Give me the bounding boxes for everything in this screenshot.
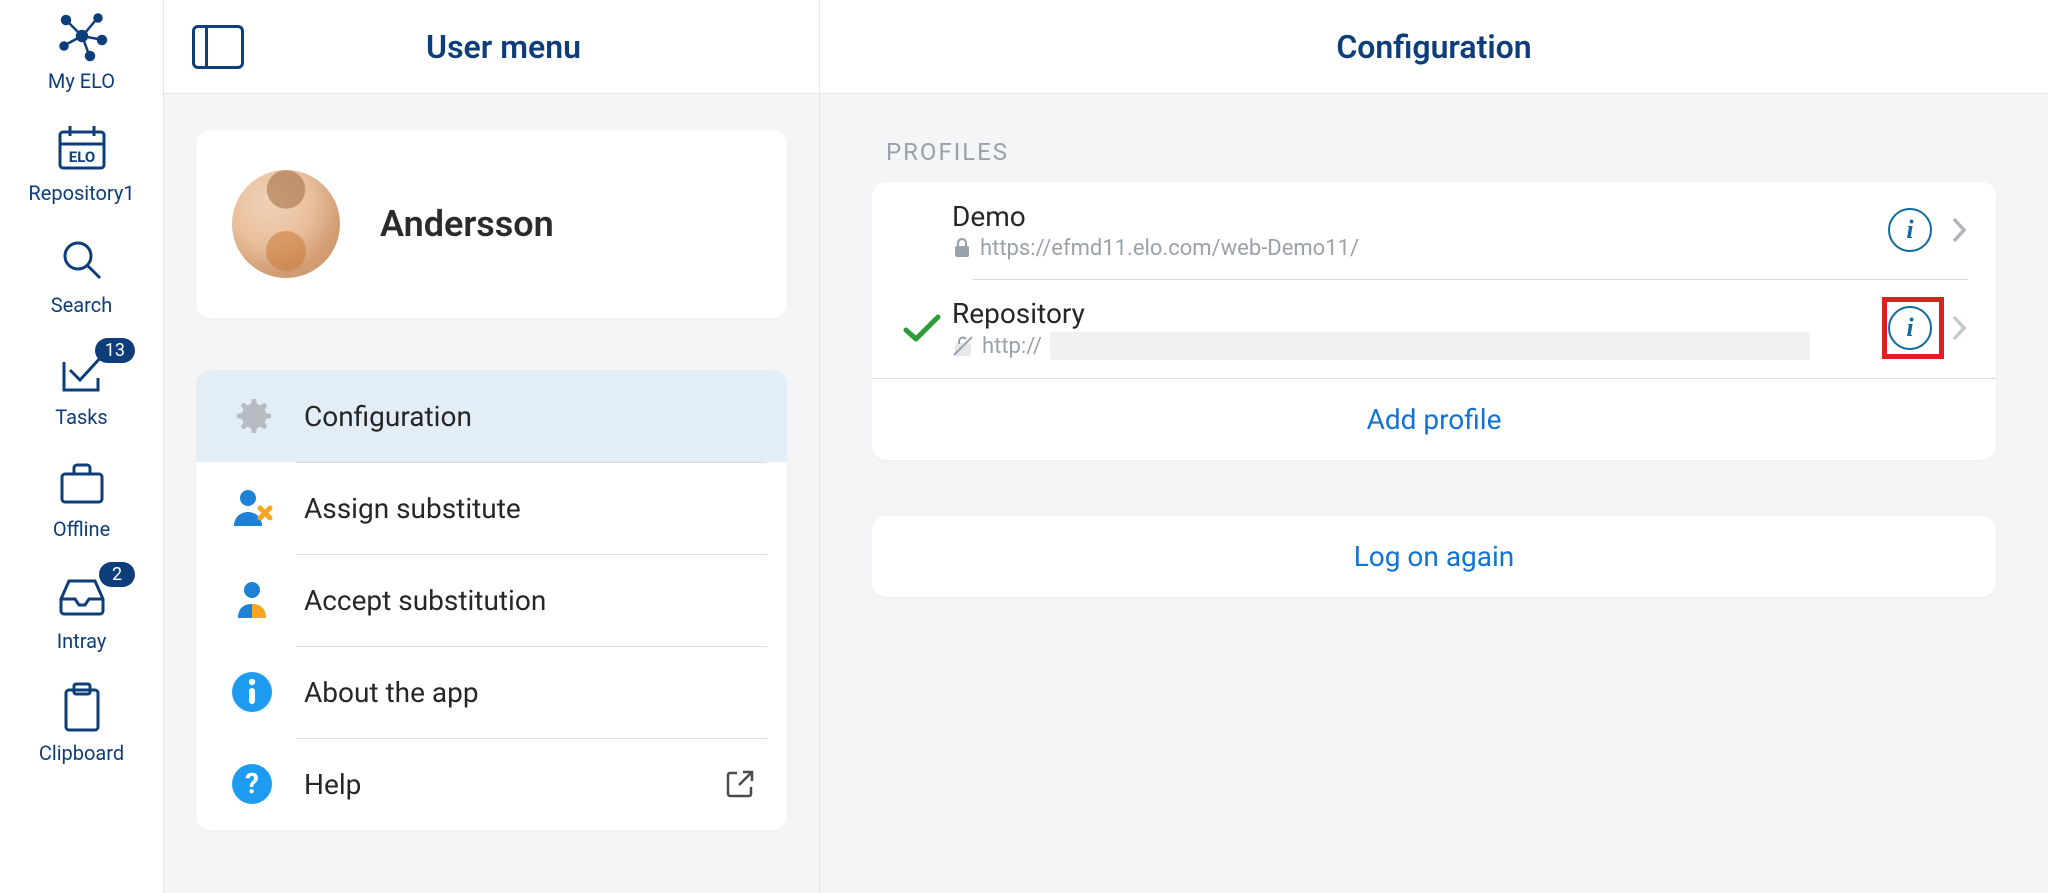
rail-label: My ELO [48, 70, 115, 92]
help-circle-icon: ? [228, 760, 276, 808]
user-menu-header: User menu [164, 0, 819, 94]
profile-active-indicator [892, 206, 952, 254]
menu-item-help[interactable]: ? Help [196, 738, 787, 830]
rail-item-offline[interactable]: Offline [0, 456, 163, 540]
profile-row-repository[interactable]: Repository http:// i [872, 279, 1996, 379]
menu-item-configuration[interactable]: Configuration [196, 370, 787, 462]
calendar-elo-icon: ELO [54, 120, 110, 176]
gear-icon [228, 392, 276, 440]
rail-badge-tasks: 13 [95, 338, 135, 363]
avatar [232, 170, 340, 278]
chevron-right-icon [1950, 215, 1968, 245]
rail-label: Offline [53, 518, 110, 540]
profiles-section: PROFILES Demo https://efmd11.elo.com/web… [872, 138, 1996, 460]
user-card: Andersson [196, 130, 787, 318]
briefcase-icon [54, 456, 110, 512]
profile-url-line: http:// [952, 332, 1872, 360]
user-menu-title: User menu [216, 28, 791, 66]
rail-label: Intray [57, 630, 107, 652]
user-menu-panel: User menu Andersson Configuration [164, 0, 820, 893]
app-root: My ELO ELO Repository1 Search [0, 0, 2048, 893]
profiles-list: Demo https://efmd11.elo.com/web-Demo11/ … [872, 182, 1996, 460]
info-circle-icon [228, 668, 276, 716]
menu-item-label: Accept substitution [304, 584, 546, 617]
profile-url: http:// [982, 334, 1042, 359]
profile-info-button[interactable]: i [1888, 306, 1932, 350]
rail-item-my-elo[interactable]: My ELO [0, 8, 163, 92]
rail-item-search[interactable]: Search [0, 232, 163, 316]
profile-name: Demo [952, 200, 1872, 234]
panel-toggle-button[interactable] [192, 25, 244, 69]
menu-item-label: Help [304, 768, 361, 801]
rail-item-tasks[interactable]: 13 Tasks [0, 344, 163, 428]
profile-url-line: https://efmd11.elo.com/web-Demo11/ [952, 236, 1872, 261]
profile-active-indicator [892, 304, 952, 352]
clipboard-icon [54, 680, 110, 736]
profile-url-redacted [1050, 332, 1810, 360]
profiles-section-label: PROFILES [872, 138, 1996, 182]
add-profile-button[interactable]: Add profile [872, 378, 1996, 460]
rail-item-clipboard[interactable]: Clipboard [0, 680, 163, 764]
rail-label: Repository1 [28, 182, 134, 204]
svg-text:?: ? [245, 767, 259, 800]
search-icon [54, 232, 110, 288]
rail-item-repository[interactable]: ELO Repository1 [0, 120, 163, 204]
network-icon [54, 8, 110, 64]
profile-name: Repository [952, 297, 1872, 331]
user-menu-list: Configuration Assign substitute [196, 370, 787, 830]
svg-text:ELO: ELO [68, 148, 94, 166]
profile-main: Repository http:// [952, 297, 1872, 361]
user-display-name: Andersson [380, 203, 554, 245]
menu-item-about[interactable]: About the app [196, 646, 787, 738]
rail-item-intray[interactable]: 2 Intray [0, 568, 163, 652]
configuration-title: Configuration [820, 0, 2048, 94]
configuration-panel: Configuration PROFILES Demo https [820, 0, 2048, 893]
configuration-body: PROFILES Demo https://efmd11.elo.com/web… [820, 94, 2048, 641]
menu-item-accept-substitution[interactable]: Accept substitution [196, 554, 787, 646]
rail-label: Clipboard [39, 742, 124, 764]
profile-main: Demo https://efmd11.elo.com/web-Demo11/ [952, 200, 1872, 261]
profile-url: https://efmd11.elo.com/web-Demo11/ [980, 236, 1359, 261]
chevron-right-icon [1950, 313, 1968, 343]
menu-item-label: Configuration [304, 400, 472, 433]
rail-label: Tasks [55, 406, 108, 428]
assign-substitute-icon [228, 484, 276, 532]
nav-rail: My ELO ELO Repository1 Search [0, 0, 164, 893]
menu-item-label: Assign substitute [304, 492, 521, 525]
menu-item-assign-substitute[interactable]: Assign substitute [196, 462, 787, 554]
accept-substitution-icon [228, 576, 276, 624]
profile-info-button[interactable]: i [1888, 208, 1932, 252]
external-link-icon [725, 769, 755, 799]
lock-open-icon [952, 335, 974, 357]
profile-row-demo[interactable]: Demo https://efmd11.elo.com/web-Demo11/ … [872, 182, 1996, 279]
lock-icon [952, 237, 972, 259]
menu-item-label: About the app [304, 676, 479, 709]
log-on-again-button[interactable]: Log on again [872, 516, 1996, 597]
rail-badge-intray: 2 [99, 562, 135, 587]
user-menu-body: Andersson Configuration [164, 94, 819, 866]
rail-label: Search [51, 294, 112, 316]
